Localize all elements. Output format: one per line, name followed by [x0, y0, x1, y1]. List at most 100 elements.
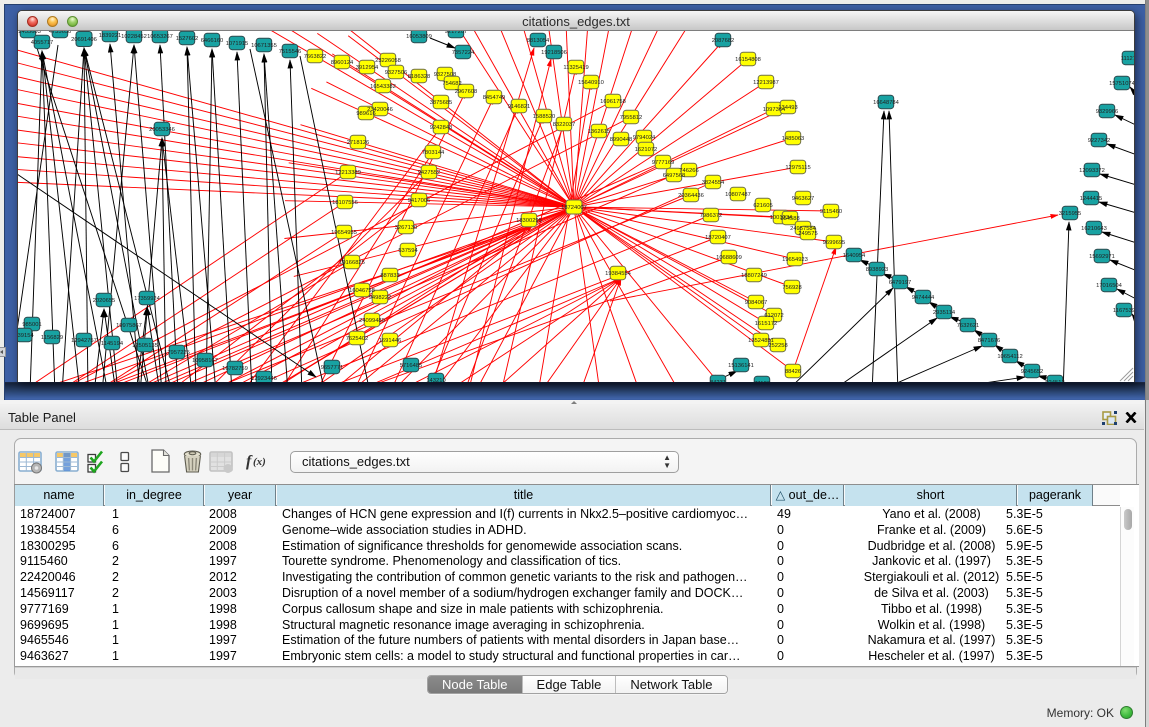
svg-text:9657771: 9657771 [321, 365, 344, 371]
svg-text:18107556: 18107556 [332, 200, 358, 206]
svg-text:9699695: 9699695 [823, 240, 846, 246]
svg-text:16648784: 16648784 [873, 100, 900, 106]
svg-text:20053346: 20053346 [149, 127, 175, 133]
svg-text:7803144: 7803144 [422, 150, 445, 156]
svg-text:19384554: 19384554 [605, 271, 632, 277]
svg-text:16053809: 16053809 [406, 34, 432, 40]
svg-text:1615172: 1615172 [755, 321, 778, 327]
svg-text:16210643: 16210643 [1081, 226, 1107, 232]
svg-text:(x): (x) [253, 456, 266, 468]
svg-text:10654112: 10654112 [997, 354, 1022, 360]
svg-text:8454749: 8454749 [483, 95, 506, 101]
svg-text:84231: 84231 [710, 380, 726, 382]
svg-text:134493: 134493 [778, 105, 797, 111]
svg-text:12505135: 12505135 [132, 343, 158, 349]
svg-text:939154: 939154 [18, 333, 34, 339]
svg-text:9474444: 9474444 [912, 295, 935, 301]
svg-text:2967608: 2967608 [455, 89, 478, 95]
svg-text:10958167: 10958167 [192, 358, 218, 364]
svg-text:1839221: 1839221 [99, 33, 122, 39]
svg-text:8813054: 8813054 [527, 38, 550, 44]
svg-text:1640954: 1640954 [843, 253, 866, 259]
svg-text:4735650: 4735650 [49, 31, 72, 35]
svg-text:19166825: 19166825 [339, 260, 365, 266]
svg-text:12093372: 12093372 [1079, 168, 1105, 174]
svg-text:6466160: 6466160 [201, 38, 224, 44]
svg-text:1691446: 1691446 [379, 338, 402, 344]
svg-text:8990448: 8990448 [610, 137, 633, 143]
svg-text:1362615: 1362615 [588, 129, 611, 135]
svg-text:1588520: 1588520 [533, 114, 556, 120]
svg-text:15640910: 15640910 [578, 80, 604, 86]
svg-text:2020655: 2020655 [93, 298, 116, 304]
svg-text:1244415: 1244415 [1080, 196, 1103, 202]
svg-text:10228452: 10228452 [121, 34, 147, 40]
svg-text:22455603: 22455603 [18, 31, 41, 35]
svg-text:16543382: 16543382 [370, 84, 396, 90]
svg-text:7955812: 7955812 [620, 115, 643, 121]
svg-text:9327508: 9327508 [434, 72, 457, 78]
svg-text:3912954: 3912954 [356, 65, 379, 71]
svg-text:17016504: 17016504 [1096, 283, 1123, 289]
svg-text:111273: 111273 [1121, 56, 1134, 62]
svg-text:1485063: 1485063 [782, 136, 805, 142]
svg-text:10653267: 10653267 [147, 34, 173, 40]
svg-text:10671355: 10671355 [251, 43, 277, 49]
svg-text:2935114: 2935114 [933, 310, 956, 316]
svg-text:18724007: 18724007 [561, 205, 587, 211]
svg-text:9217207: 9217207 [445, 31, 468, 35]
svg-text:887833: 887833 [380, 273, 399, 279]
svg-text:2087682: 2087682 [712, 38, 735, 44]
svg-text:924512: 924512 [1045, 380, 1064, 382]
svg-text:754682: 754682 [442, 81, 461, 87]
svg-text:9327506: 9327506 [385, 70, 408, 76]
svg-text:88426: 88426 [785, 369, 801, 375]
svg-text:12975115: 12975115 [785, 165, 810, 171]
svg-text:9417006: 9417006 [408, 198, 431, 204]
svg-text:254588: 254588 [780, 216, 799, 222]
svg-text:17359924: 17359924 [134, 296, 161, 302]
svg-text:20691406: 20691406 [71, 37, 97, 43]
svg-text:16154808: 16154808 [735, 57, 761, 63]
svg-text:18300295: 18300295 [516, 218, 542, 224]
svg-text:8960124: 8960124 [331, 60, 354, 66]
svg-text:985001: 985001 [22, 322, 41, 328]
svg-text:10807487: 10807487 [725, 192, 751, 198]
svg-text:18720407: 18720407 [705, 235, 731, 241]
svg-text:7515546: 7515546 [279, 49, 302, 55]
svg-text:9427552: 9427552 [418, 170, 441, 176]
svg-text:7986372: 7986372 [700, 213, 723, 219]
svg-text:9794024: 9794024 [633, 135, 656, 141]
svg-text:612072: 612072 [764, 313, 783, 319]
svg-text:10688609: 10688609 [716, 255, 742, 261]
svg-text:249575: 249575 [798, 231, 817, 237]
svg-text:12923446: 12923446 [251, 376, 277, 382]
svg-text:1145194: 1145194 [101, 341, 124, 347]
svg-text:5716485: 5716485 [400, 363, 423, 369]
svg-text:9146821: 9146821 [508, 104, 531, 110]
svg-text:1527602: 1527602 [176, 36, 199, 42]
svg-text:1156829: 1156829 [41, 335, 63, 341]
svg-text:8186328: 8186328 [408, 74, 431, 80]
svg-text:9463627: 9463627 [792, 196, 815, 202]
svg-text:9084067: 9084067 [745, 300, 768, 306]
svg-text:9498222: 9498222 [369, 295, 392, 301]
svg-text:9245652: 9245652 [1021, 369, 1044, 375]
svg-text:621605: 621605 [753, 203, 772, 209]
svg-text:3875685: 3875685 [430, 100, 453, 106]
svg-text:17957225: 17957225 [164, 350, 190, 356]
svg-text:12942757: 12942757 [71, 338, 97, 344]
svg-text:24099489: 24099489 [359, 318, 385, 324]
svg-text:19654923: 19654923 [782, 257, 808, 263]
svg-text:1167539: 1167539 [1113, 308, 1134, 314]
svg-text:16782759: 16782759 [222, 366, 248, 372]
svg-text:2718126: 2718126 [347, 140, 370, 146]
svg-text:989616: 989616 [356, 111, 375, 117]
svg-text:19975867: 19975867 [116, 323, 142, 329]
svg-text:12213987: 12213987 [753, 80, 779, 86]
svg-text:7632621: 7632621 [957, 323, 980, 329]
svg-text:756928: 756928 [782, 285, 801, 291]
svg-text:11325419: 11325419 [563, 65, 588, 71]
svg-text:77120: 77120 [754, 381, 770, 382]
svg-text:1621072: 1621072 [635, 147, 658, 153]
